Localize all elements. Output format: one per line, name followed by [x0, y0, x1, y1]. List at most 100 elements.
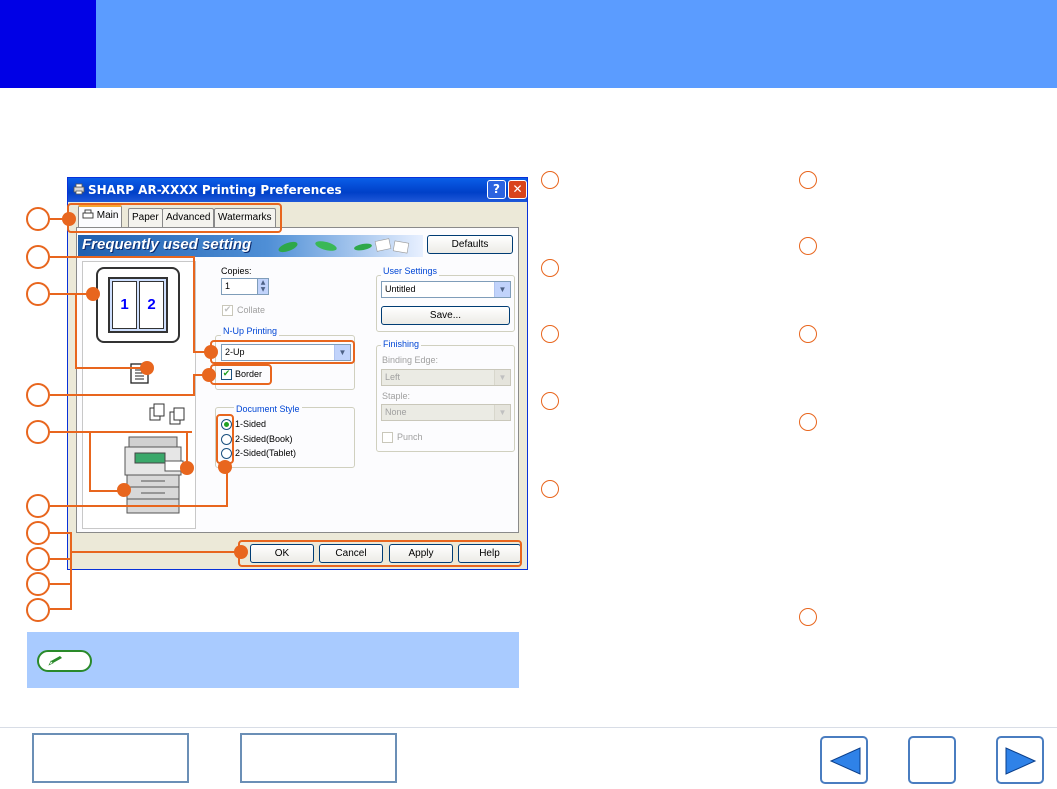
leader-line: [193, 256, 195, 352]
leader-line: [89, 431, 91, 491]
forward-button[interactable]: [996, 736, 1044, 784]
step-circle: [799, 325, 817, 343]
step-circle: [541, 480, 559, 498]
nup-group-label: N-Up Printing: [221, 326, 280, 336]
save-button[interactable]: Save...: [381, 306, 510, 325]
step-circle: [799, 413, 817, 431]
leaf-decoration-icon: [278, 238, 410, 254]
callout-circle: [26, 420, 50, 444]
callout-circle: [26, 494, 50, 518]
step-circle: [799, 237, 817, 255]
callout-circle: [26, 572, 50, 596]
callout-circle: [26, 245, 50, 269]
frequently-used-banner: Frequently used setting: [78, 235, 423, 257]
leader-dot: [62, 212, 76, 226]
staple-select: None ▼: [381, 404, 511, 421]
leader-dot: [234, 545, 248, 559]
nup-select-highlight: [210, 340, 355, 364]
user-settings-value: Untitled: [385, 284, 416, 294]
radio-1-sided-label: 1-Sided: [235, 419, 267, 429]
chevron-down-icon: ▼: [494, 370, 510, 385]
collate-checkbox: ✔: [222, 305, 233, 316]
callout-circle: [26, 207, 50, 231]
radio-2-sided-tablet-label: 2-Sided(Tablet): [235, 448, 297, 458]
punch-checkbox: [382, 432, 393, 443]
binding-edge-label: Binding Edge:: [382, 355, 439, 365]
leader-dot: [218, 460, 232, 474]
tabs-highlight: [67, 203, 282, 233]
radio-2-sided-book-label: 2-Sided(Book): [235, 434, 293, 444]
leader-dot: [180, 461, 194, 475]
leader-dot: [140, 361, 154, 375]
leader-line: [50, 558, 72, 560]
leader-dot: [86, 287, 100, 301]
user-settings-select[interactable]: Untitled ▼: [381, 281, 511, 298]
back-button[interactable]: [820, 736, 868, 784]
callout-circle: [26, 383, 50, 407]
finishing-label: Finishing: [381, 339, 422, 349]
chevron-down-icon: ▼: [494, 282, 510, 297]
step-circle: [799, 608, 817, 626]
preview-page-2: 2: [139, 281, 164, 329]
leader-line: [50, 583, 72, 585]
step-circle: [799, 171, 817, 189]
bottom-buttons-highlight: [238, 540, 522, 567]
callout-circle: [26, 598, 50, 622]
leader-line: [50, 431, 192, 433]
border-checkbox-highlight: [210, 364, 272, 385]
printing-preferences-dialog: SHARP AR-XXXX Printing Preferences ? ✕ M…: [67, 177, 528, 570]
arrow-left-icon: [829, 747, 861, 775]
title-close-button[interactable]: ✕: [508, 180, 527, 199]
binding-edge-value: Left: [385, 372, 401, 382]
note-bar: [27, 632, 519, 688]
chevron-down-icon: ▼: [494, 405, 510, 420]
document-style-highlight: [216, 414, 234, 464]
step-circle: [541, 171, 559, 189]
printer-icon: [73, 183, 85, 195]
dialog-title: SHARP AR-XXXX Printing Preferences: [88, 183, 342, 197]
title-help-button[interactable]: ?: [487, 180, 506, 199]
footer-divider: [0, 727, 1057, 728]
footer-button-right[interactable]: [240, 733, 397, 783]
leader-dot: [202, 368, 216, 382]
defaults-button[interactable]: Defaults: [427, 235, 513, 254]
step-circle: [541, 259, 559, 277]
leader-line: [193, 374, 195, 396]
contents-button[interactable]: [908, 736, 956, 784]
preview-page-1: 1: [112, 281, 137, 329]
footer-button-left[interactable]: [32, 733, 189, 783]
header-bar: [0, 0, 1057, 88]
callout-circle: [26, 521, 50, 545]
header-accent-square: [0, 0, 96, 88]
step-circle: [541, 325, 559, 343]
copies-input[interactable]: 1: [221, 278, 258, 295]
leader-line: [70, 551, 240, 553]
leader-line: [50, 394, 194, 396]
copies-label: Copies:: [221, 266, 252, 276]
note-badge: [37, 650, 92, 672]
callout-circle: [26, 547, 50, 571]
copies-spinner[interactable]: ▲ ▼: [257, 278, 269, 295]
nup-preview-sheet: 1 2: [96, 267, 180, 343]
leader-line: [50, 608, 72, 610]
nup-preview-page: 1 2: [108, 277, 168, 333]
binding-edge-select: Left ▼: [381, 369, 511, 386]
staple-label: Staple:: [382, 391, 411, 401]
callout-circle: [26, 282, 50, 306]
pencil-icon: [48, 656, 62, 666]
step-circle: [541, 392, 559, 410]
leader-line: [70, 532, 72, 608]
leader-dot: [117, 483, 131, 497]
staple-value: None: [385, 407, 407, 417]
banner-title: Frequently used setting: [82, 236, 252, 253]
arrow-right-icon: [1005, 747, 1037, 775]
dialog-titlebar: SHARP AR-XXXX Printing Preferences ? ✕: [68, 178, 527, 202]
collate-label: Collate: [237, 305, 266, 315]
leader-line: [75, 293, 77, 368]
leader-line: [50, 293, 90, 295]
leader-line: [50, 505, 228, 507]
leader-line: [50, 532, 72, 534]
punch-label: Punch: [397, 432, 423, 442]
user-settings-label: User Settings: [381, 266, 440, 276]
leader-line: [50, 256, 194, 258]
